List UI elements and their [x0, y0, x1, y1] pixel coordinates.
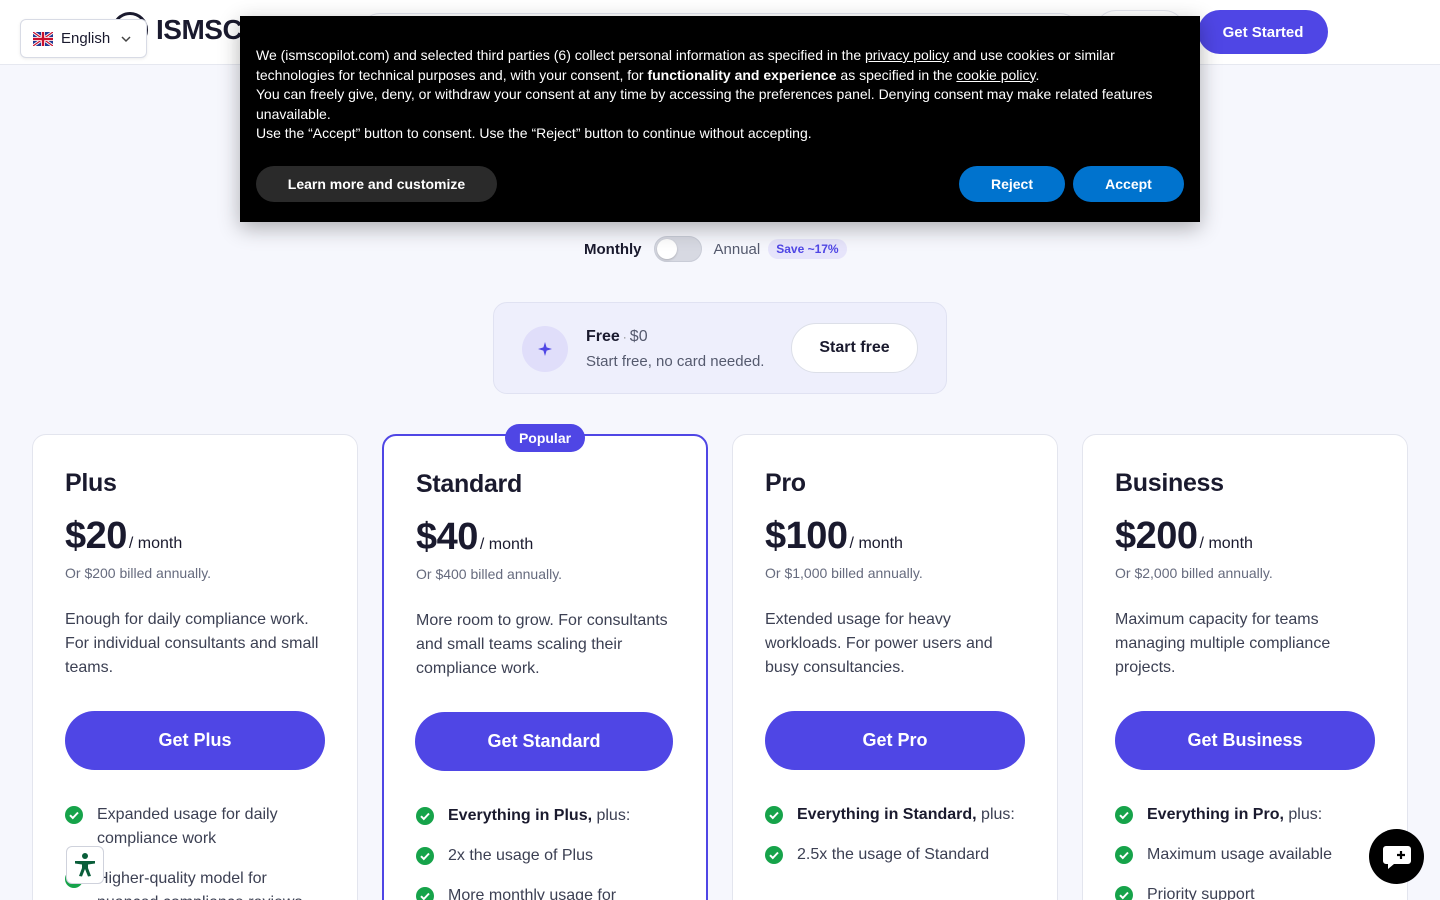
plan-description: Enough for daily compliance work. For in…: [65, 611, 319, 676]
check-circle-icon: [416, 807, 434, 825]
feature-item: 2.5x the usage of Standard: [765, 843, 1027, 867]
plan-name: Standard: [416, 470, 522, 498]
cookie-text-line2: You can freely give, deny, or withdraw y…: [256, 86, 1153, 122]
feature-item: Everything in Standard, plus:: [765, 803, 1027, 827]
check-circle-icon: [1115, 886, 1133, 900]
free-plan-title: Free · $0: [586, 328, 648, 345]
feature-list: Expanded usage for daily compliance work…: [65, 803, 327, 900]
plan-price: $20/ month: [65, 515, 183, 557]
plan-annual-note: Or $1,000 billed annually.: [765, 565, 923, 581]
uk-flag-icon: [33, 31, 53, 46]
get-plus-button[interactable]: Get Plus: [65, 711, 325, 770]
cookie-text-line3: Use the “Accept” button to consent. Use …: [256, 125, 812, 141]
feature-list: Everything in Plus, plus: 2x the usage o…: [416, 804, 678, 900]
feature-item: Expanded usage for daily compliance work: [65, 803, 327, 851]
get-business-button[interactable]: Get Business: [1115, 711, 1375, 770]
plan-annual-note: Or $200 billed annually.: [65, 565, 212, 581]
plan-card-pro: Pro $100/ month Or $1,000 billed annuall…: [732, 434, 1058, 900]
check-circle-icon: [416, 887, 434, 900]
accept-button[interactable]: Accept: [1073, 166, 1184, 202]
feature-item: Maximum usage available: [1115, 843, 1377, 867]
plan-description: More room to grow. For consultants and s…: [416, 612, 668, 677]
start-free-button[interactable]: Start free: [791, 323, 918, 373]
billing-toggle[interactable]: [653, 236, 702, 262]
sparkle-icon: [522, 326, 568, 372]
feature-list: Everything in Standard, plus: 2.5x the u…: [765, 803, 1027, 883]
get-pro-button[interactable]: Get Pro: [765, 711, 1025, 770]
plan-card-standard: Popular Standard $40/ month Or $400 bill…: [382, 424, 708, 900]
chat-icon[interactable]: [1369, 829, 1424, 884]
cookie-text: We (ismscopilot.com) and selected third …: [256, 47, 1115, 83]
feature-item: Everything in Pro, plus:: [1115, 803, 1377, 827]
plan-price: $40/ month: [416, 516, 534, 558]
plan-price: $200/ month: [1115, 515, 1253, 557]
feature-item: Priority support: [1115, 883, 1377, 900]
plan-card-business: Business $200/ month Or $2,000 billed an…: [1082, 434, 1408, 900]
monthly-label[interactable]: Monthly: [584, 241, 642, 258]
cookie-consent-banner: We (ismscopilot.com) and selected third …: [240, 16, 1200, 222]
brand-name: ISMSC: [156, 14, 243, 45]
privacy-policy-link[interactable]: privacy policy: [865, 47, 949, 63]
reject-button[interactable]: Reject: [959, 166, 1065, 202]
free-plan-subtitle: Start free, no card needed.: [586, 353, 765, 370]
feature-list: Everything in Pro, plus: Maximum usage a…: [1115, 803, 1377, 900]
check-circle-icon: [65, 806, 83, 824]
plan-description: Extended usage for heavy workloads. For …: [765, 611, 993, 676]
get-started-button[interactable]: Get Started: [1198, 10, 1328, 54]
popular-badge: Popular: [505, 424, 585, 452]
plan-name: Business: [1115, 469, 1224, 497]
save-badge: Save ~17%: [768, 239, 847, 259]
chevron-down-icon: [121, 35, 131, 42]
toggle-knob: [656, 239, 677, 259]
accessibility-icon[interactable]: [66, 846, 104, 884]
plan-name: Pro: [765, 469, 806, 497]
get-standard-button[interactable]: Get Standard: [415, 712, 673, 771]
check-circle-icon: [1115, 846, 1133, 864]
free-plan-card: Free · $0 Start free, no card needed. Star…: [493, 302, 947, 394]
learn-more-button[interactable]: Learn more and customize: [256, 166, 497, 202]
feature-item: Higher-quality model for nuanced complia…: [65, 867, 327, 900]
plan-annual-note: Or $400 billed annually.: [416, 566, 563, 582]
plan-price: $100/ month: [765, 515, 903, 557]
feature-item: More monthly usage for: [416, 884, 678, 900]
feature-item: 2x the usage of Plus: [416, 844, 678, 868]
plan-card-plus: Plus $20/ month Or $200 billed annually.…: [32, 434, 358, 900]
free-plan-price: $0: [629, 328, 648, 345]
check-circle-icon: [1115, 806, 1133, 824]
billing-period-switch: Monthly Annual Save ~17%: [584, 236, 847, 262]
cookie-policy-link[interactable]: cookie policy: [956, 67, 1035, 83]
check-circle-icon: [765, 806, 783, 824]
language-selector[interactable]: English: [20, 19, 147, 58]
plan-annual-note: Or $2,000 billed annually.: [1115, 565, 1273, 581]
check-circle-icon: [416, 847, 434, 865]
plan-description: Maximum capacity for teams managing mult…: [1115, 611, 1331, 676]
check-circle-icon: [765, 846, 783, 864]
feature-item: Everything in Plus, plus:: [416, 804, 678, 828]
plan-name: Plus: [65, 469, 117, 497]
language-label: English: [61, 30, 111, 47]
annual-label[interactable]: Annual: [714, 241, 761, 258]
cookie-actions: Learn more and customize Reject Accept: [256, 166, 1184, 202]
